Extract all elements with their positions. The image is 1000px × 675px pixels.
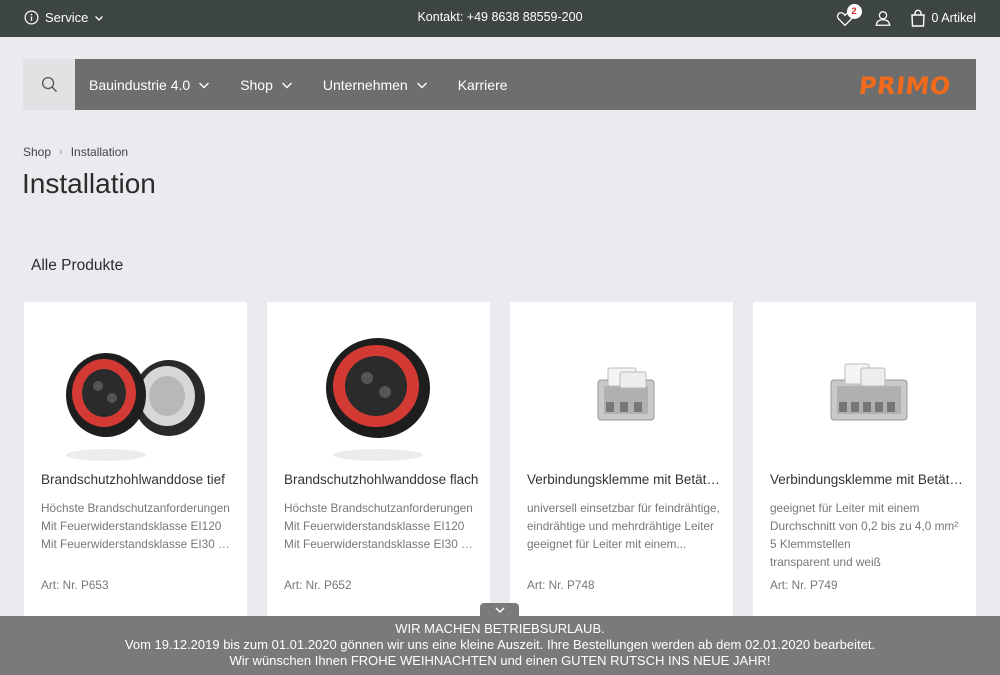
- shopping-bag-icon: [910, 9, 925, 27]
- article-number: Art: Nr. P748: [527, 578, 595, 592]
- banner-text: Vom 19.12.2019 bis zum 01.01.2020 gönnen…: [124, 637, 876, 652]
- breadcrumb-current: Installation: [70, 145, 129, 159]
- product-description: geeignet für Leiter mit einem Durchschni…: [770, 499, 965, 571]
- nav-item-karriere[interactable]: Karriere: [458, 77, 508, 93]
- main-navigation: Bauindustrie 4.0 Shop Unternehmen Karrie…: [23, 59, 976, 110]
- description-line: geeignet für Leiter mit einem...: [527, 537, 687, 551]
- product-name[interactable]: Verbindungsklemme mit Betäti…: [770, 472, 965, 487]
- chevron-down-icon: [281, 82, 292, 88]
- chevron-down-icon: [199, 82, 210, 88]
- chevron-down-icon: [494, 607, 505, 614]
- product-card[interactable]: Brandschutzhohlwanddose flach Höchste Br…: [267, 302, 490, 622]
- product-image: [66, 353, 205, 461]
- description-line: universell einsetzbar für feindrähtige,: [527, 501, 720, 515]
- cart-label: 0 Artikel: [931, 11, 976, 25]
- nav-item-label: Shop: [240, 76, 273, 93]
- product-card[interactable]: Brandschutzhohlwanddose tief Höchste Bra…: [24, 302, 247, 622]
- chevron-down-icon: [416, 82, 427, 88]
- nav-item-label: Bauindustrie 4.0: [89, 76, 191, 93]
- description-line: Mit Feuerwiderstandsklasse EI120: [284, 519, 465, 533]
- chevron-right-icon: ›: [59, 146, 63, 158]
- product-name[interactable]: Brandschutzhohlwanddose flach: [284, 472, 479, 487]
- nav-item-label: Karriere: [457, 76, 508, 93]
- product-image: [597, 367, 655, 421]
- product-card[interactable]: Verbindungsklemme mit Betäti… geeignet f…: [753, 302, 976, 622]
- search-icon: [41, 76, 57, 93]
- description-line: Höchste Brandschutzanforderungen: [284, 501, 473, 515]
- product-description: Höchste Brandschutzanforderungen Mit Feu…: [41, 499, 236, 553]
- product-image: [830, 363, 908, 421]
- product-name[interactable]: Brandschutzhohlwanddose tief: [41, 472, 236, 487]
- article-number: Art: Nr. P749: [770, 578, 838, 592]
- breadcrumb: Shop › Installation: [23, 145, 128, 159]
- product-description: Höchste Brandschutzanforderungen Mit Feu…: [284, 499, 479, 553]
- wishlist-button[interactable]: 2: [836, 4, 862, 28]
- article-number: Art: Nr. P652: [284, 578, 352, 592]
- product-description: universell einsetzbar für feindrähtige, …: [527, 499, 722, 553]
- description-line: transparent und weiß: [770, 555, 881, 569]
- top-bar: Service Kontakt: +49 8638 88559-200 2 0 …: [0, 0, 1000, 37]
- user-icon[interactable]: [874, 9, 892, 27]
- nav-item-label: Unternehmen: [322, 76, 408, 93]
- breadcrumb-shop[interactable]: Shop: [23, 145, 51, 159]
- description-line: Höchste Brandschutzanforderungen: [41, 501, 230, 515]
- search-button[interactable]: [23, 59, 75, 110]
- banner-collapse-button[interactable]: [480, 603, 519, 617]
- page-title: Installation: [22, 168, 156, 199]
- description-line: eindrähtige und mehrdrähtige Leiter: [527, 519, 714, 533]
- description-line: Mit Feuerwiderstandsklasse EI30 bis...: [284, 537, 479, 551]
- description-line: 5 Klemmstellen: [770, 537, 851, 551]
- product-name[interactable]: Verbindungsklemme mit Betäti…: [527, 472, 722, 487]
- product-image: [326, 338, 430, 461]
- description-line: Mit Feuerwiderstandsklasse EI120: [41, 519, 222, 533]
- description-line: Mit Feuerwiderstandsklasse EI30 bis...: [41, 537, 236, 551]
- product-card[interactable]: Verbindungsklemme mit Betäti… universell…: [510, 302, 733, 622]
- wishlist-count-badge: 2: [846, 4, 862, 19]
- primo-logo[interactable]: PRIMO: [858, 72, 953, 100]
- description-line: geeignet für Leiter mit einem: [770, 501, 920, 515]
- nav-item-unternehmen[interactable]: Unternehmen: [323, 77, 428, 93]
- nav-item-bauindustrie[interactable]: Bauindustrie 4.0: [89, 77, 210, 93]
- cart-button[interactable]: 0 Artikel: [910, 9, 976, 27]
- banner-text: Wir wünschen Ihnen FROHE WEIHNACHTEN und…: [229, 653, 771, 668]
- holiday-notice-banner: WIR MACHEN BETRIEBSURLAUB. Vom 19.12.201…: [0, 616, 1000, 675]
- article-number: Art: Nr. P653: [41, 578, 109, 592]
- section-title: Alle Produkte: [31, 257, 124, 274]
- description-line: Durchschnitt von 0,2 bis zu 4,0 mm²: [770, 519, 959, 533]
- banner-heading: WIR MACHEN BETRIEBSURLAUB.: [395, 621, 605, 636]
- nav-item-shop[interactable]: Shop: [240, 77, 293, 93]
